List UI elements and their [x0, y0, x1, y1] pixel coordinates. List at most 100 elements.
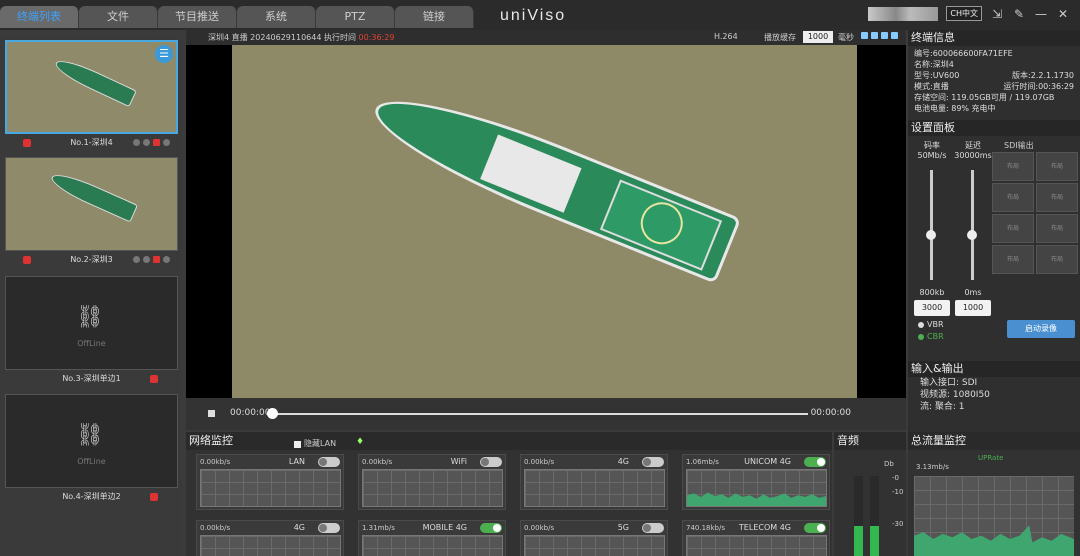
sdi-cell[interactable]: 布局 [1036, 214, 1078, 243]
buffer-input[interactable]: 1000 [803, 31, 833, 43]
progress-knob[interactable] [267, 408, 278, 419]
cbr-radio[interactable]: CBR [918, 332, 944, 341]
sdi-cell[interactable]: 布局 [992, 183, 1034, 212]
progress-slider[interactable] [267, 408, 808, 419]
bitrate-label: 码率 [924, 141, 940, 150]
pen-icon[interactable]: ✎ [1012, 7, 1026, 21]
link-rate: 740.18kb/s [686, 524, 725, 532]
terminal-thumbnail[interactable]: ⛓ OffLine [5, 394, 178, 488]
bitrate-slider[interactable] [926, 170, 936, 280]
tab-program-push[interactable]: 节目推送 [158, 6, 237, 28]
top-bar: 终端列表 文件 节目推送 系统 PTZ 链接 uniViso CH中文 ⇲ ✎ … [0, 0, 1080, 30]
terminal-thumbnail[interactable]: ⛓ OffLine [5, 276, 178, 370]
tab-files[interactable]: 文件 [79, 6, 158, 28]
menu-icon[interactable]: ☰ [155, 45, 173, 63]
battery: 电池电量: 89% 充电中 [914, 104, 996, 113]
terminal-thumbnail[interactable]: ☰ [5, 40, 178, 134]
stop-icon[interactable] [208, 410, 215, 417]
network-card: 1.31mb/s MOBILE 4G [358, 520, 506, 556]
link-toggle[interactable] [804, 523, 826, 533]
terminal-thumbnail[interactable] [5, 157, 178, 251]
terminal-label: No.4-深圳单边2 [62, 492, 121, 501]
user-avatar[interactable] [868, 6, 939, 21]
terminal-name: 名称:深圳4 [914, 60, 954, 69]
network-card: 0.00kb/s WiFi [358, 454, 506, 510]
settings-icon[interactable] [891, 32, 898, 39]
sdi-cell[interactable]: 布局 [1036, 183, 1078, 212]
close-icon[interactable]: ✕ [1056, 7, 1070, 21]
delay-min: 0ms [964, 288, 982, 297]
version: 版本:2.2.1.1730 [1012, 71, 1074, 80]
db-tick: -30 [892, 520, 904, 528]
network-card: 0.00kb/s 4G [520, 454, 668, 510]
sdi-cell[interactable]: 布局 [1036, 245, 1078, 274]
audio-level-bar [870, 476, 879, 556]
export-icon[interactable]: ⇲ [990, 7, 1004, 21]
db-tick: -10 [892, 488, 904, 496]
delay-max: 30000ms [954, 151, 992, 160]
tab-link[interactable]: 链接 [395, 6, 474, 28]
terminal-card-1[interactable]: ☰ No.1-深圳4 [5, 40, 178, 152]
traffic-monitor: 总流量监控 UPRate 3.13mb/s [908, 432, 1080, 556]
terminal-info: 编号:600066600FA71EFE 名称:深圳4 型号:UV600 版本:2.… [908, 46, 1080, 116]
tab-ptz[interactable]: PTZ [316, 6, 395, 28]
status-icons [133, 139, 170, 146]
terminal-card-3[interactable]: ⛓ OffLine No.3-深圳单边1 [5, 276, 178, 388]
terminal-info-title: 终端信息 [908, 30, 1080, 46]
app-logo: uniViso [500, 7, 567, 24]
slider-knob[interactable] [967, 230, 977, 240]
info-icon[interactable] [871, 32, 878, 39]
link-rate: 0.00kb/s [200, 458, 231, 466]
link-toggle[interactable] [642, 523, 664, 533]
grid-icon[interactable] [861, 32, 868, 39]
link-toggle[interactable] [642, 457, 664, 467]
link-toggle[interactable] [318, 523, 340, 533]
audio-meter: 音频 Db -0 -10 -30 [834, 432, 906, 556]
db-label: Db [884, 460, 894, 468]
tab-system[interactable]: 系统 [237, 6, 316, 28]
ship-image [362, 76, 742, 284]
link-toggle[interactable] [804, 457, 826, 467]
link-plot [524, 535, 665, 556]
tab-terminal-list[interactable]: 终端列表 [0, 6, 79, 28]
link-toggle[interactable] [318, 457, 340, 467]
minimize-icon[interactable]: — [1034, 7, 1048, 21]
video-source: 视频源: 1080I50 [920, 390, 990, 400]
sdi-cell[interactable]: 布局 [1036, 152, 1078, 181]
elapsed-time: 00:36:29 [358, 33, 395, 42]
slider-knob[interactable] [926, 230, 936, 240]
bitrate-min: 800kb [919, 288, 945, 297]
input-interface: 输入接口: SDI [920, 378, 978, 388]
delay-slider[interactable] [967, 170, 977, 280]
video-frame[interactable] [232, 45, 857, 427]
link-toggle[interactable] [480, 523, 502, 533]
video-player[interactable]: 深圳4 直播 20240629110644 执行时间 00:36:29 H.26… [186, 30, 906, 430]
language-toggle[interactable]: CH中文 [946, 6, 982, 21]
traffic-legend: UPRate [978, 454, 1004, 462]
terminal-label: No.3-深圳单边1 [62, 374, 121, 383]
delay-input[interactable]: 1000 [955, 300, 991, 316]
window-controls: CH中文 ⇲ ✎ — ✕ [868, 6, 1070, 21]
link-rate: 0.00kb/s [200, 524, 231, 532]
record-indicator-icon [150, 493, 158, 501]
link-name: 4G [293, 523, 305, 532]
sdi-cell[interactable]: 布局 [992, 214, 1034, 243]
link-plot [686, 469, 827, 507]
sdi-cell[interactable]: 布局 [992, 152, 1034, 181]
link-toggle[interactable] [480, 457, 502, 467]
terminal-card-4[interactable]: ⛓ OffLine No.4-深圳单边2 [5, 394, 178, 506]
start-recording-button[interactable]: 启动录像 [1007, 320, 1075, 338]
refresh-icon[interactable] [881, 32, 888, 39]
bitrate-input[interactable]: 3000 [914, 300, 950, 316]
ship-image [48, 168, 138, 223]
delay-control: 延迟 30000ms 0ms 1000 [953, 140, 993, 316]
link-rate: 1.06mb/s [686, 458, 719, 466]
terminal-card-2[interactable]: No.2-深圳3 [5, 157, 178, 269]
hide-lan-checkbox[interactable]: 隐藏LAN [294, 435, 336, 453]
vbr-radio[interactable]: VBR [918, 320, 944, 329]
sdi-cell[interactable]: 布局 [992, 245, 1034, 274]
record-indicator-icon [150, 375, 158, 383]
io-info: 输入接口: SDI 视频源: 1080I50 流: 聚合: 1 [908, 377, 1080, 413]
bitrate-max: 50Mb/s [917, 151, 947, 160]
view-icons [861, 32, 898, 39]
